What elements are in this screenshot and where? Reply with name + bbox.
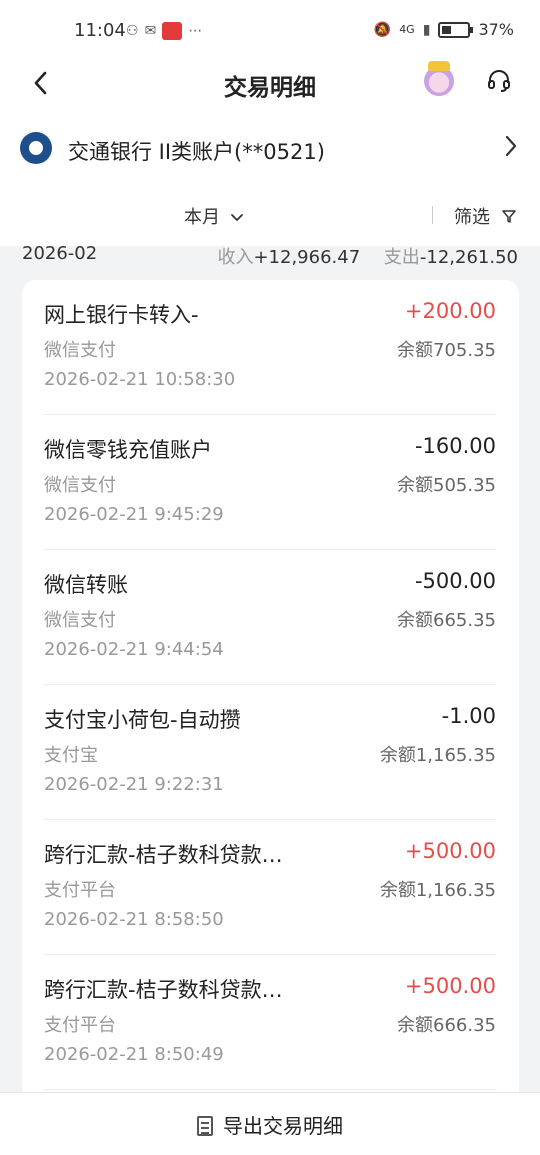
transaction-balance: 余额1,166.35 [379,880,496,901]
month-label: 本月 [184,207,220,228]
transaction-balance: 余额666.35 [397,1015,496,1036]
transaction-channel: 微信支付 [44,340,116,361]
transaction-datetime: 2026-02-21 10:58:30 [44,369,236,390]
transaction-item[interactable]: 网上银行卡转入- +200.00 微信支付 余额705.35 2026-02-2… [44,280,496,415]
nav-bar: 交易明细 [0,56,540,110]
transaction-name: 跨行汇款-桔子数科贷款… [44,978,283,1002]
transaction-amount: -500.00 [414,569,496,593]
battery-percent: 37% [478,20,514,39]
filter-row: 本月 筛选 [0,196,540,236]
transaction-amount: +500.00 [404,974,496,998]
transaction-channel: 微信支付 [44,610,116,631]
transaction-channel: 支付宝 [44,745,98,766]
export-button[interactable]: 导出交易明细 [0,1110,540,1139]
person-off-icon: ⚇ [126,23,139,39]
expense-value: -12,261.50 [419,247,518,268]
transaction-datetime: 2026-02-21 9:22:31 [44,774,224,795]
app-icon [162,22,183,40]
transaction-amount: +500.00 [404,839,496,863]
summary-totals: 收入+12,966.47 支出-12,261.50 [217,243,518,269]
funnel-icon [501,210,516,223]
transaction-datetime: 2026-02-21 8:58:50 [44,909,224,930]
status-right: 🔕 4G ▮ 37% [374,20,514,39]
filter-label: 筛选 [454,207,490,228]
divider [432,206,433,224]
battery-icon [438,21,474,38]
transaction-channel: 支付平台 [44,880,116,901]
chevron-down-icon [230,214,243,222]
transaction-amount: -1.00 [441,704,496,728]
transaction-name: 微信零钱充值账户 [44,438,212,462]
headset-icon[interactable] [486,68,512,94]
income-label: 收入 [217,247,254,268]
transaction-name: 网上银行卡转入- [44,303,199,327]
status-time: 11:04 [74,20,126,41]
transaction-item[interactable]: 支付宝小荷包-自动攒 -1.00 支付宝 余额1,165.35 2026-02-… [44,685,496,820]
bank-logo-icon [20,132,52,164]
transaction-name: 跨行汇款-桔子数科贷款… [44,843,283,867]
month-dropdown[interactable]: 本月 [184,203,244,229]
transaction-balance: 余额505.35 [397,475,496,496]
transaction-name: 支付宝小荷包-自动攒 [44,708,241,732]
expense-label: 支出 [383,247,420,268]
export-label: 导出交易明细 [223,1114,343,1138]
mascot-icon[interactable] [424,61,454,96]
filter-button[interactable]: 筛选 [454,203,516,229]
transaction-channel: 微信支付 [44,475,116,496]
transaction-name: 微信转账 [44,573,128,597]
document-icon [197,1116,213,1136]
transaction-datetime: 2026-02-21 9:45:29 [44,504,224,525]
transaction-balance: 余额705.35 [397,340,496,361]
notification-icons: ⚇ ✉ ⋯ [126,22,202,40]
transaction-item[interactable]: 跨行汇款-桔子数科贷款… +500.00 支付平台 余额666.35 2026-… [44,955,496,1090]
transaction-datetime: 2026-02-21 8:50:49 [44,1044,224,1065]
mute-icon: 🔕 [373,21,392,38]
transaction-item[interactable]: 微信零钱充值账户 -160.00 微信支付 余额505.35 2026-02-2… [44,415,496,550]
summary-month: 2026-02 [22,243,98,264]
transaction-item[interactable]: 跨行汇款-桔子数科贷款… +500.00 支付平台 余额1,166.35 202… [44,820,496,955]
wechat-icon: ✉ [144,23,157,39]
more-icon: ⋯ [188,23,203,39]
account-name: 交通银行 II类账户(**0521) [68,140,325,164]
transaction-datetime: 2026-02-21 9:44:54 [44,639,224,660]
network-label: 4G [399,23,415,36]
transaction-amount: -160.00 [414,434,496,458]
signal-icon: ▮ [422,21,431,38]
month-summary: 2026-02 收入+12,966.47 支出-12,261.50 [0,240,540,270]
account-selector[interactable]: 交通银行 II类账户(**0521) [0,124,540,176]
transaction-balance: 余额665.35 [397,610,496,631]
transaction-channel: 支付平台 [44,1015,116,1036]
transaction-balance: 余额1,165.35 [379,745,496,766]
income-value: +12,966.47 [253,247,361,268]
chevron-right-icon [504,134,518,165]
page-title: 交易明细 [224,75,316,101]
bottom-bar: 导出交易明细 [0,1092,540,1155]
transaction-item[interactable]: 微信转账 -500.00 微信支付 余额665.35 2026-02-21 9:… [44,550,496,685]
transaction-amount: +200.00 [404,299,496,323]
status-bar: 11:04 ⚇ ✉ ⋯ 🔕 4G ▮ 37% [0,12,540,52]
transaction-list: 网上银行卡转入- +200.00 微信支付 余额705.35 2026-02-2… [22,280,519,1100]
header-panel: 11:04 ⚇ ✉ ⋯ 🔕 4G ▮ 37% 交易明细 交通银行 II类账户(*… [0,0,540,246]
